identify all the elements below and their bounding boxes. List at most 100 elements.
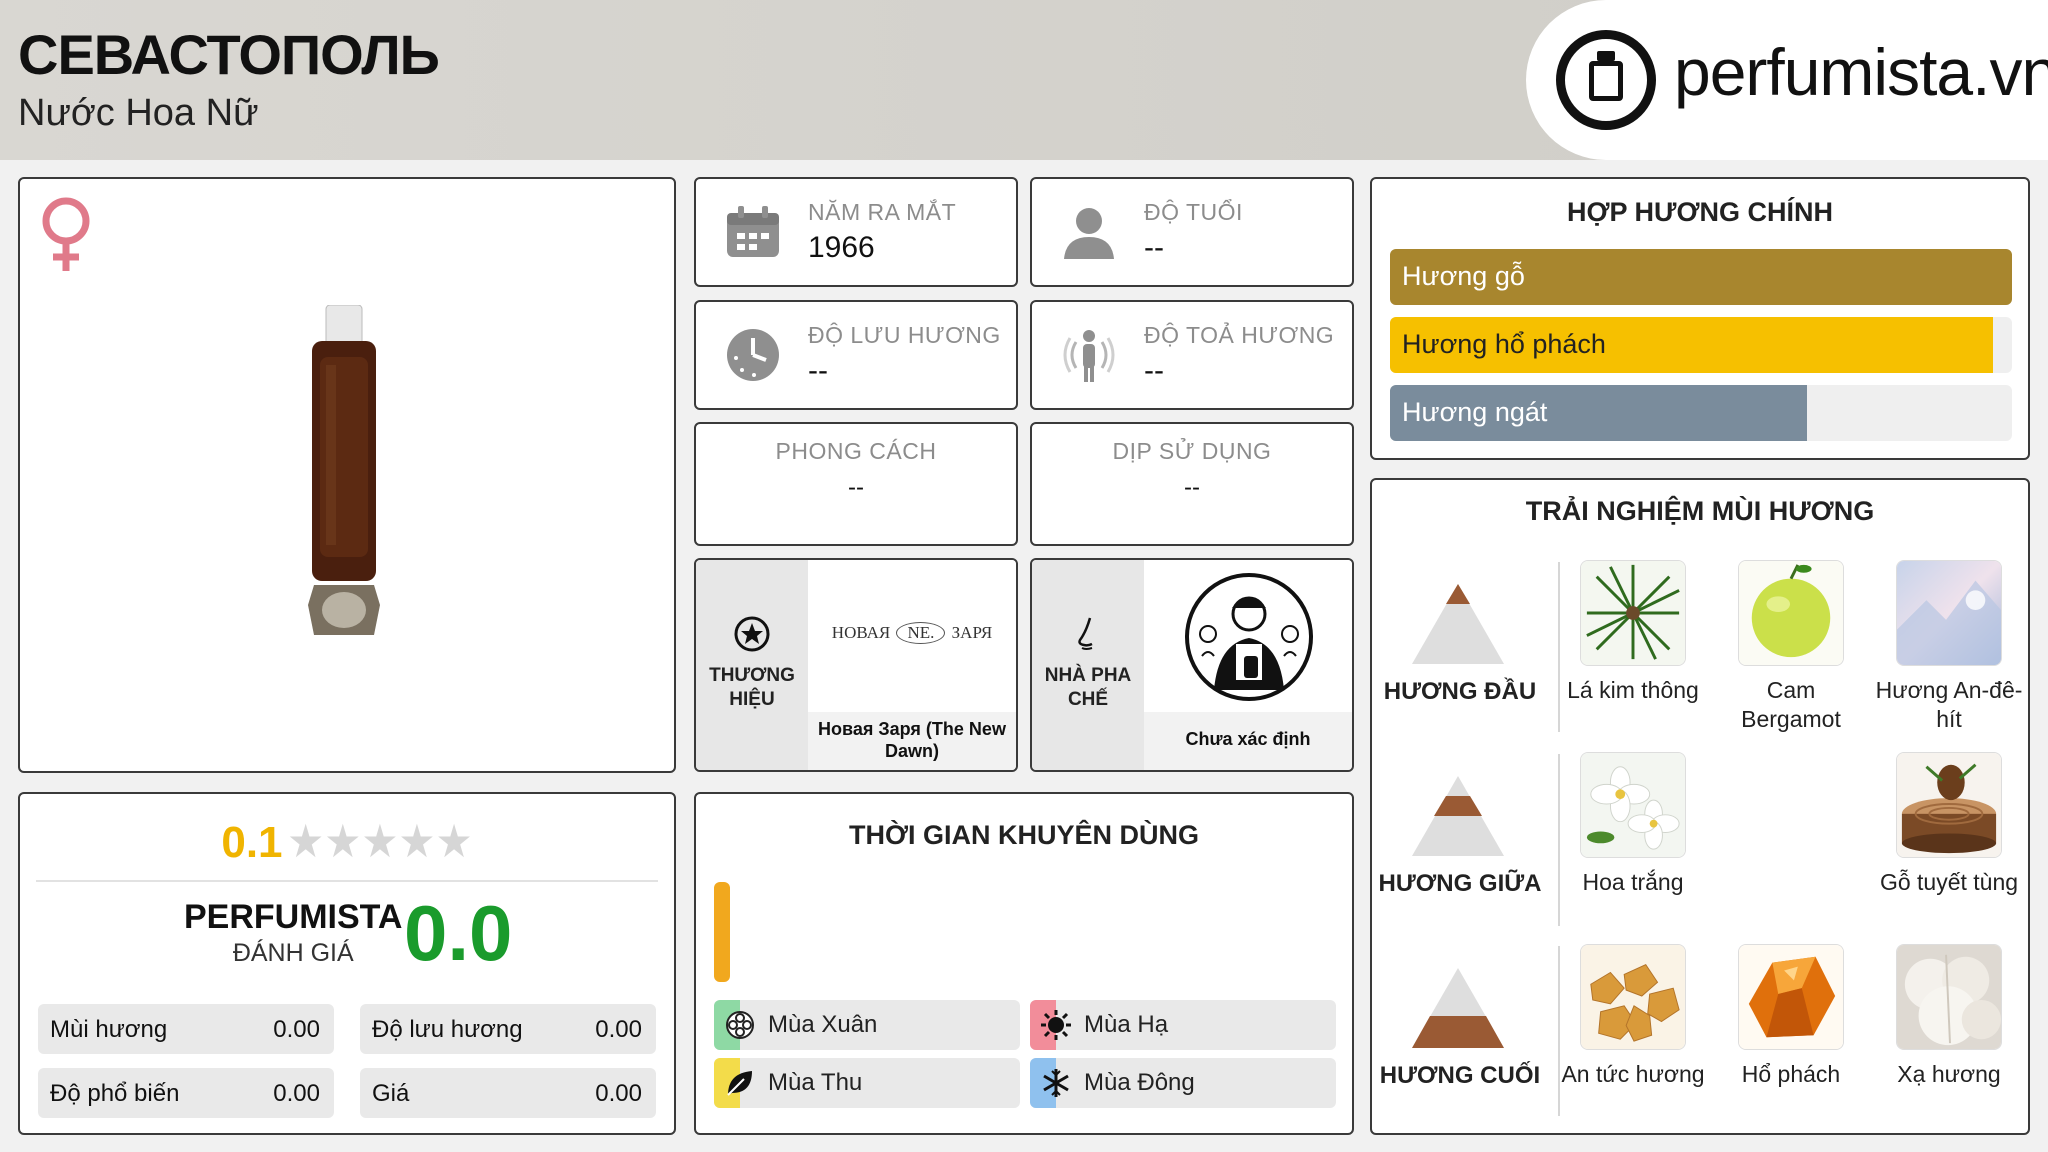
age-label: ĐỘ TUỔI (1144, 199, 1243, 225)
benzoin-image[interactable] (1580, 944, 1686, 1050)
perfumer-card[interactable]: NHÀ PHA CHẾ Chưa xác định (1030, 558, 1354, 772)
note-label: Xạ hương (1897, 1061, 2001, 1087)
snowflake-icon (1043, 1069, 1069, 1097)
metric-label: Độ lưu hương (372, 1016, 523, 1043)
brand-name: Новая Заря (The New Dawn) (808, 712, 1016, 770)
scent-notes-title: TRẢI NGHIỆM MÙI HƯƠNG (1525, 496, 1875, 526)
perfumista-sublabel: ĐÁNH GIÁ (232, 939, 354, 967)
bergamot-image[interactable] (1738, 560, 1844, 666)
star-badge-icon (734, 616, 770, 652)
perfume-category: Nước Hoa Nữ (18, 92, 259, 134)
note-label: Hổ phách (1741, 1061, 1841, 1087)
star-icon[interactable]: ★ (324, 814, 361, 868)
season-winter: Mùa Đông (1030, 1058, 1336, 1108)
rating-card: 0.1 ★★★★★ PERFUMISTA ĐÁNH GIÁ 0.0 Mùi hư… (18, 792, 676, 1135)
product-bottle-image (308, 305, 380, 635)
style-label: PHONG CÁCH (775, 438, 937, 464)
occasion-label: DỊP SỬ DỤNG (1112, 438, 1272, 464)
musk-image[interactable] (1896, 944, 2002, 1050)
brand-card[interactable]: THƯƠNG HIỆU НОВАЯ NE. ЗАРЯ Новая Заря (T… (694, 558, 1018, 772)
cedar-image[interactable] (1896, 752, 2002, 858)
pine-needles-image[interactable] (1580, 560, 1686, 666)
metric-value: 0.00 (595, 1016, 642, 1043)
sun-icon (1041, 1010, 1071, 1040)
base-notes-label: HƯƠNG CUỐI (1379, 1062, 1541, 1089)
recommended-time-card: THỜI GIAN KHUYÊN DÙNG Mùa Xuân Mùa Hạ Mù… (694, 792, 1354, 1135)
brand-logo-mid: NE. (896, 622, 946, 644)
occasion-value: -- (1184, 474, 1200, 501)
season-autumn: Mùa Thu (714, 1058, 1020, 1108)
sillage-value: -- (1144, 354, 1164, 387)
star-rating[interactable]: 0.1 ★★★★★ (20, 814, 674, 868)
perfume-title: СЕВАСТОПОЛЬ (18, 23, 440, 86)
product-image-card (18, 177, 676, 773)
longevity-card: ĐỘ LƯU HƯƠNG -- (694, 300, 1018, 410)
amber-image[interactable] (1738, 944, 1844, 1050)
tier-divider (1558, 946, 1560, 1116)
sillage-label: ĐỘ TOẢ HƯƠNG (1144, 322, 1335, 348)
occasion-card: DỊP SỬ DỤNG -- (1030, 422, 1354, 546)
perfumista-score: 0.0 (404, 889, 513, 977)
white-flowers-image[interactable] (1580, 752, 1686, 858)
style-value: -- (848, 474, 864, 501)
note-label: Hoa trắng (1582, 869, 1684, 895)
note-label: Hương An-đê-hít (1875, 677, 2023, 732)
clock-icon (727, 329, 779, 381)
nose-icon (1078, 617, 1093, 650)
season-summer: Mùa Hạ (1030, 1000, 1336, 1050)
user-icon (1064, 208, 1114, 259)
calendar-icon (727, 206, 779, 257)
main-accords-card: HỢP HƯƠNG CHÍNH Hương gỗ Hương hổ phách … (1370, 177, 2030, 460)
season-label: Mùa Thu (768, 1069, 863, 1096)
metric-price: Giá 0.00 (360, 1068, 656, 1118)
launch-year-value: 1966 (808, 231, 875, 264)
perfumer-label: NHÀ PHA CHẾ (1044, 665, 1132, 710)
accord-label: Hương gỗ (1402, 261, 1525, 291)
star-icon[interactable]: ★ (436, 814, 473, 868)
perfume-bottle-logo-icon (1556, 30, 1656, 130)
aldehydes-image[interactable] (1896, 560, 2002, 666)
metric-scent: Mùi hương 0.00 (38, 1004, 334, 1054)
female-symbol-icon (42, 197, 90, 271)
age-value: -- (1144, 231, 1164, 264)
launch-year-label: NĂM RA MẮT (808, 199, 957, 225)
season-label: Mùa Xuân (768, 1011, 878, 1038)
star-icon[interactable]: ★ (361, 814, 398, 868)
age-card: ĐỘ TUỔI -- (1030, 177, 1354, 287)
leaf-icon (727, 1071, 752, 1096)
longevity-value: -- (808, 354, 828, 387)
brand-logo-image: НОВАЯ NE. ЗАРЯ (808, 560, 1016, 714)
season-label: Mùa Hạ (1084, 1011, 1169, 1038)
metric-value: 0.00 (273, 1080, 320, 1107)
accord-label: Hương hổ phách (1402, 329, 1606, 359)
longevity-label: ĐỘ LƯU HƯƠNG (808, 322, 1001, 348)
brand-logo[interactable]: perfumista.vn (1526, 0, 2048, 160)
sillage-card: ĐỘ TOẢ HƯƠNG -- (1030, 300, 1354, 410)
note-label: Cam Bergamot (1741, 677, 1841, 732)
metric-value: 0.00 (273, 1016, 320, 1043)
perfumista-label: PERFUMISTA (184, 898, 403, 936)
top-notes-label: HƯƠNG ĐẦU (1383, 678, 1537, 705)
brand-label: THƯƠNG HIỆU (709, 665, 795, 710)
metric-label: Độ phổ biến (50, 1080, 180, 1107)
metric-label: Mùi hương (50, 1016, 168, 1043)
brand-logo-left: НОВАЯ (831, 623, 891, 642)
flower-icon (726, 1011, 754, 1039)
season-spring: Mùa Xuân (714, 1000, 1020, 1050)
accord-bar: Hương gỗ (1390, 249, 2012, 305)
season-label: Mùa Đông (1084, 1069, 1195, 1096)
perfumer-name: Chưa xác định (1144, 712, 1352, 770)
star-icon[interactable]: ★ (287, 814, 324, 868)
accord-bar: Hương ngát (1390, 385, 2012, 441)
note-label: An tức hương (1561, 1061, 1705, 1087)
perfumer-portrait-icon (1185, 573, 1313, 701)
header: СЕВАСТОПОЛЬ Nước Hoa Nữ perfumista.vn (0, 0, 2048, 160)
day-night-bar (714, 882, 730, 982)
scent-notes-card: TRẢI NGHIỆM MÙI HƯƠNG HƯƠNG ĐẦU HƯƠNG GI… (1370, 478, 2030, 1135)
note-label: Lá kim thông (1567, 677, 1699, 703)
star-icon[interactable]: ★ (398, 814, 435, 868)
divider (36, 880, 658, 882)
perfumer-side: NHÀ PHA CHẾ (1032, 560, 1144, 770)
style-card: PHONG CÁCH -- (694, 422, 1018, 546)
middle-note-pyramid-icon (1412, 776, 1504, 856)
